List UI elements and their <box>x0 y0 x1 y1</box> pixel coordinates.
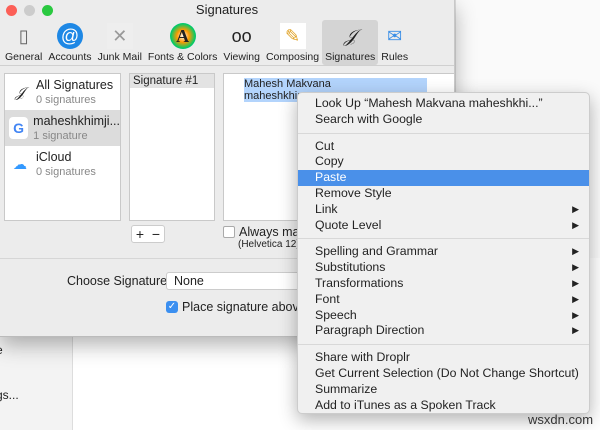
submenu-arrow-icon: ▶ <box>572 246 579 257</box>
sidebar-text: e <box>0 343 3 357</box>
account-icloud[interactable]: ☁ iCloud 0 signatures <box>5 146 120 182</box>
sidebar-text: gs... <box>0 388 19 402</box>
glasses-icon: oo <box>231 25 252 46</box>
menu-item-spelling-and-grammar[interactable]: Spelling and Grammar ▶ <box>298 244 589 260</box>
submenu-arrow-icon: ▶ <box>572 277 579 288</box>
menu-item-label: Quote Level <box>315 217 382 232</box>
account-all-signatures[interactable]: 𝒥 All Signatures 0 signatures <box>5 74 120 110</box>
tab-viewing[interactable]: oo Viewing <box>220 20 263 65</box>
phone-icon: ▯ <box>18 25 29 46</box>
menu-separator <box>298 238 589 240</box>
submenu-arrow-icon: ▶ <box>572 219 579 230</box>
menu-item-remove-style[interactable]: Remove Style <box>298 186 589 202</box>
menu-item-substitutions[interactable]: Substitutions ▶ <box>298 260 589 276</box>
menu-separator <box>298 132 589 134</box>
menu-item-label: Font <box>315 291 340 306</box>
menu-item-link[interactable]: Link ▶ <box>298 202 589 218</box>
font-icon: A <box>169 23 196 49</box>
menu-item-share-with-droplr[interactable]: Share with Droplr <box>298 350 589 366</box>
menu-item-summarize[interactable]: Summarize <box>298 382 589 398</box>
tab-signatures[interactable]: 𝒥 Signatures <box>322 20 379 65</box>
menu-item-label: Transformations <box>315 275 404 290</box>
menu-item-label: Substitutions <box>315 260 386 275</box>
rules-icon: ✉ <box>387 25 403 46</box>
menu-item-add-to-itunes-as-a-spoken-track[interactable]: Add to iTunes as a Spoken Track <box>298 398 589 414</box>
place-above-label: Place signature above q <box>182 300 317 314</box>
pencil-icon: ✎ <box>279 23 306 49</box>
zoom-button[interactable] <box>42 5 53 16</box>
menu-item-label: Paragraph Direction <box>315 323 425 338</box>
menu-separator <box>298 344 589 346</box>
menu-item-label: Summarize <box>315 381 378 396</box>
trash-icon: ✕ <box>106 23 133 49</box>
menu-item-label: Share with Droplr <box>315 350 410 365</box>
submenu-arrow-icon: ▶ <box>572 293 579 304</box>
tab-general[interactable]: ▯ General <box>2 20 45 65</box>
menu-item-label: Speech <box>315 307 357 322</box>
font-info: (Helvetica 12) <box>238 239 300 250</box>
menu-item-label: Get Current Selection (Do Not Change Sho… <box>315 365 579 380</box>
accounts-list: 𝒥 All Signatures 0 signatures Gmaheshkhimj… <box>4 73 121 221</box>
menu-item-label: Add to iTunes as a Spoken Track <box>315 397 496 412</box>
always-match-checkbox[interactable] <box>223 226 235 238</box>
menu-item-font[interactable]: Font ▶ <box>298 292 589 308</box>
menu-item-label: Copy <box>315 154 344 169</box>
menu-item-label: Cut <box>315 138 335 153</box>
watermark: wsxdn.com <box>528 412 594 427</box>
tab-accounts[interactable]: @ Accounts <box>45 20 94 65</box>
menu-item-copy[interactable]: Copy <box>298 154 589 170</box>
signature-icon: 𝒥 <box>15 83 25 100</box>
menu-item-label: Paste <box>315 170 347 185</box>
close-button[interactable] <box>6 5 17 16</box>
menu-item-get-current-selection-do-not-change-shortcut[interactable]: Get Current Selection (Do Not Change Sho… <box>298 366 589 382</box>
google-icon: G <box>9 117 29 139</box>
menu-item-label: Remove Style <box>315 185 392 200</box>
tab-composing[interactable]: ✎ Composing <box>263 20 322 65</box>
cloud-icon: ☁ <box>9 153 31 175</box>
tab-rules[interactable]: ✉ Rules <box>378 20 411 65</box>
signatures-list: Signature #1 <box>129 73 215 221</box>
minimize-button[interactable] <box>24 5 35 16</box>
window-title: Signatures <box>195 2 259 17</box>
submenu-arrow-icon: ▶ <box>572 325 579 336</box>
tab-fonts-colors[interactable]: A Fonts & Colors <box>145 20 220 65</box>
place-above-checkbox[interactable]: ✓ <box>166 301 178 313</box>
signature-item[interactable]: Signature #1 <box>130 74 214 88</box>
toolbar: ▯ General @ Accounts ✕ Junk Mail A Fonts & C… <box>0 20 454 66</box>
add-signature-button[interactable]: + <box>132 226 148 242</box>
menu-item-label: Look Up “Mahesh Makvana maheshkhi...” <box>315 96 543 110</box>
choose-signature-label: Choose Signature: <box>67 274 171 288</box>
at-icon: @ <box>56 23 83 49</box>
submenu-arrow-icon: ▶ <box>572 309 579 320</box>
submenu-arrow-icon: ▶ <box>572 203 579 214</box>
account-google[interactable]: Gmaheshkhimji... 1 signature <box>5 110 120 146</box>
menu-item-paragraph-direction[interactable]: Paragraph Direction ▶ <box>298 323 589 339</box>
remove-signature-button[interactable]: − <box>148 226 164 242</box>
menu-item-quote-level[interactable]: Quote Level ▶ <box>298 218 589 234</box>
menu-item-cut[interactable]: Cut <box>298 139 589 155</box>
submenu-arrow-icon: ▶ <box>572 262 579 273</box>
title-bar: Signatures <box>0 0 454 20</box>
editor-line: Mahesh Makvana <box>244 78 331 90</box>
menu-item-speech[interactable]: Speech ▶ <box>298 308 589 324</box>
menu-item-paste[interactable]: Paste <box>298 170 589 186</box>
context-menu: Look Up “Mahesh Makvana maheshkhi...” Sea… <box>297 92 590 414</box>
menu-item-label: Search with Google <box>315 111 423 126</box>
menu-item-search-with-google[interactable]: Search with Google <box>298 112 589 128</box>
tab-junk-mail[interactable]: ✕ Junk Mail <box>95 20 145 65</box>
signature-icon: 𝒥 <box>343 25 357 47</box>
menu-item-label: Link <box>315 201 338 216</box>
menu-item-label: Spelling and Grammar <box>315 244 439 259</box>
menu-item-transformations[interactable]: Transformations ▶ <box>298 276 589 292</box>
menu-item-look-up-mahesh-makvana-maheshkhi[interactable]: Look Up “Mahesh Makvana maheshkhi...” <box>298 96 589 112</box>
